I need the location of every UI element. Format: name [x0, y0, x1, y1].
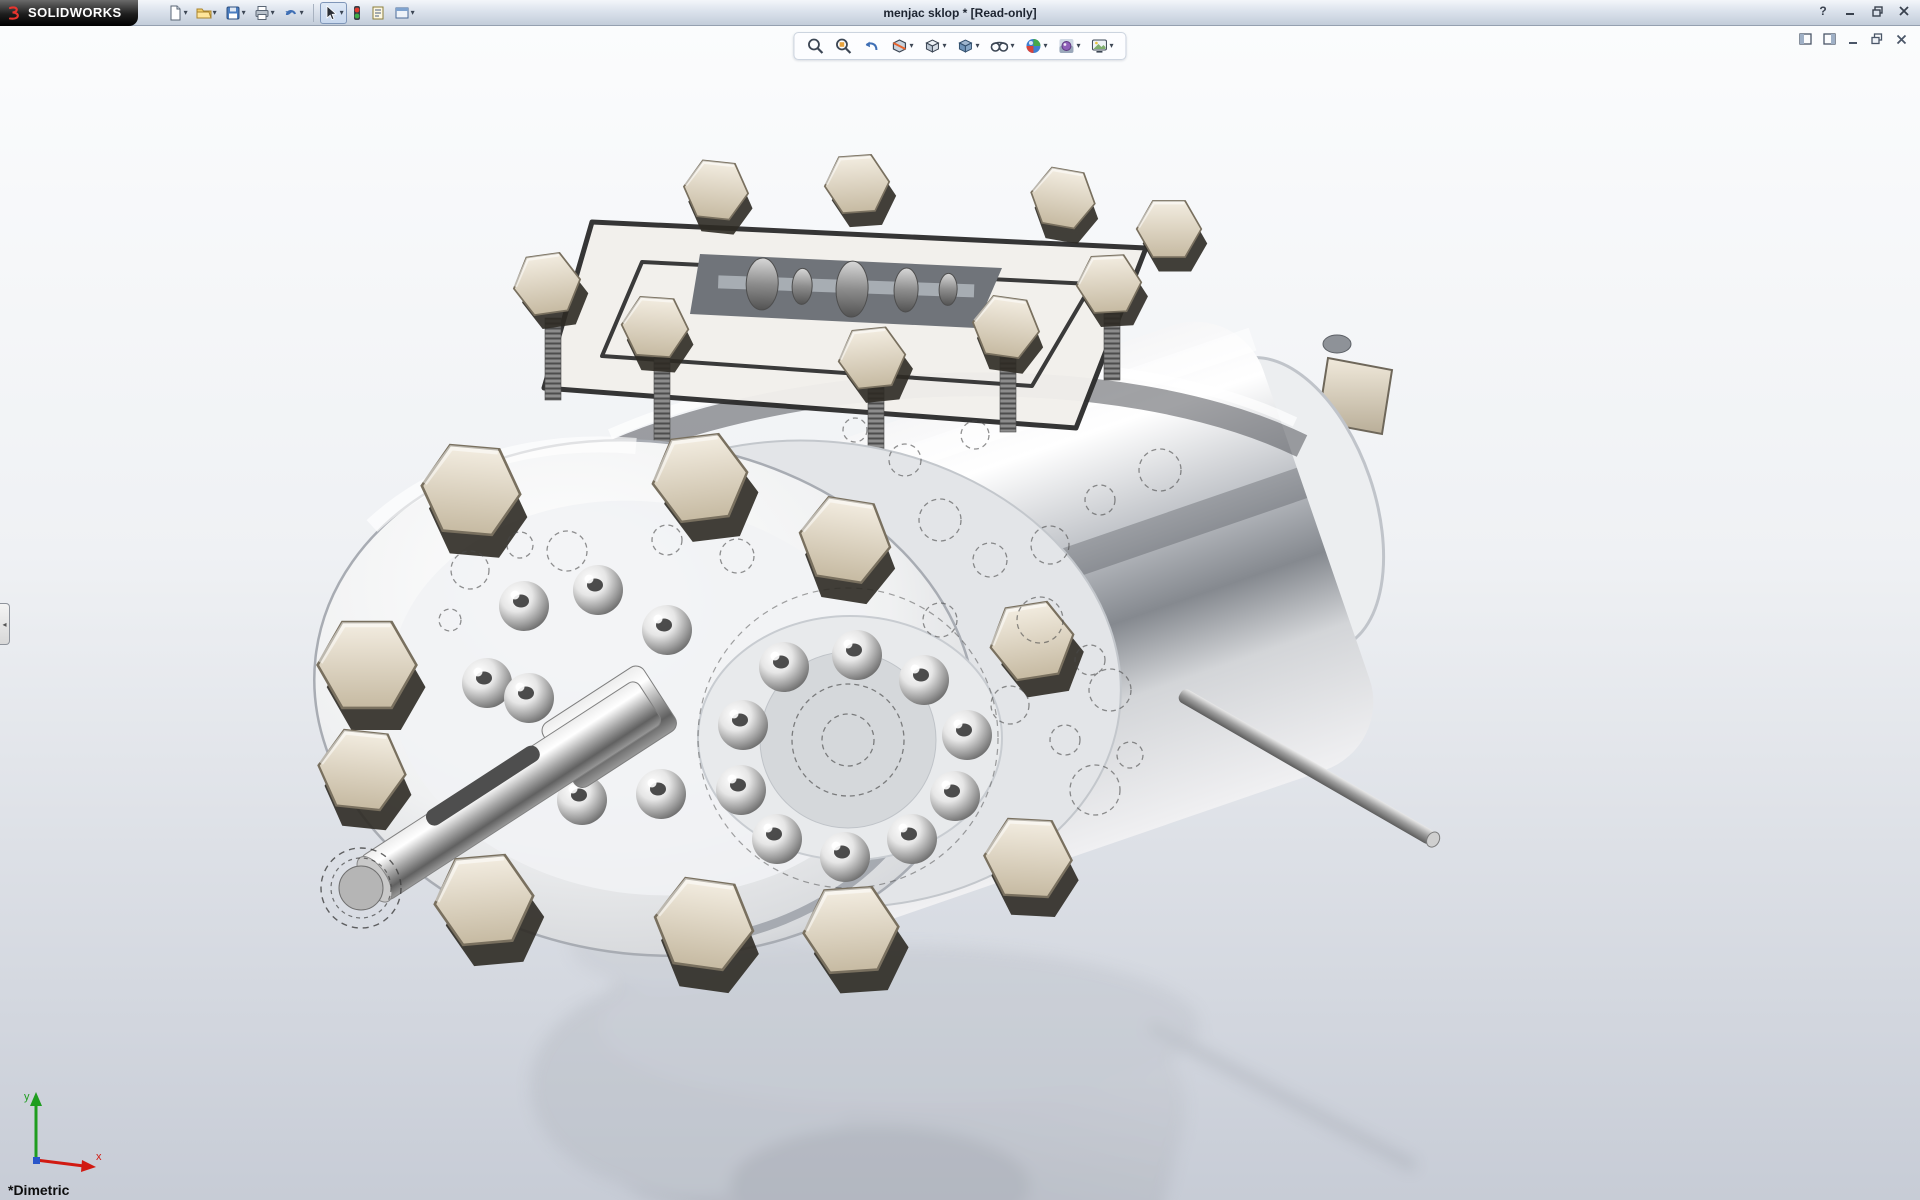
save-button[interactable]: ▾ [222, 2, 249, 24]
main-toolbar: ▾ ▾ ▾ ▾ ▾ [164, 2, 418, 24]
close-icon [1899, 6, 1909, 16]
open-folder-icon [196, 5, 212, 21]
dropdown-caret: ▾ [184, 9, 188, 17]
y-axis-arrow [30, 1092, 42, 1106]
dropdown-caret: ▾ [242, 9, 246, 17]
file-properties-button[interactable] [367, 2, 389, 24]
graphics-area[interactable]: ▾ ▾ ▾ ▾ [0, 26, 1920, 1200]
restore-button[interactable] [1867, 2, 1887, 20]
ds-logo-icon [7, 5, 23, 21]
x-axis-label: x [96, 1151, 102, 1163]
help-button[interactable]: ? [1813, 2, 1833, 20]
display-style-button[interactable]: ▾ [953, 35, 982, 57]
new-document-button[interactable]: ▾ [164, 2, 191, 24]
pane-expand-left-icon [1799, 33, 1812, 45]
rebuild-traffic-icon [352, 5, 362, 21]
undo-button[interactable]: ▾ [280, 2, 307, 24]
view-orientation-cube-icon [923, 37, 941, 55]
view-settings-icon [1091, 37, 1109, 55]
appearance-ball-icon [1025, 37, 1043, 55]
coordinate-triad: y x [12, 1078, 108, 1174]
undo-icon [283, 5, 299, 21]
minimize-button[interactable] [1840, 2, 1860, 20]
zoom-to-area-icon [834, 37, 852, 55]
previous-view-icon [862, 37, 880, 55]
feature-manager-collapsed-tab[interactable]: ◂ [0, 603, 10, 645]
options-window-icon [394, 5, 410, 21]
dropdown-caret: ▾ [1044, 42, 1048, 50]
section-view-button[interactable]: ▾ [887, 35, 916, 57]
rebuild-indicator-button[interactable] [349, 2, 365, 24]
edit-appearance-button[interactable]: ▾ [1022, 35, 1051, 57]
dropdown-caret: ▾ [340, 9, 344, 17]
doc-restore-button[interactable] [1868, 31, 1886, 47]
doc-minimize-icon [1848, 34, 1859, 45]
dropdown-caret: ▾ [1077, 42, 1081, 50]
document-window-controls [1796, 31, 1910, 47]
new-document-icon [167, 5, 183, 21]
titlebar: SOLIDWORKS ▾ ▾ ▾ [0, 0, 1920, 26]
dropdown-caret: ▾ [300, 9, 304, 17]
window-title: menjac sklop * [Read-only] [883, 6, 1036, 20]
open-button[interactable]: ▾ [193, 2, 220, 24]
doc-close-button[interactable] [1892, 31, 1910, 47]
print-button[interactable]: ▾ [251, 2, 278, 24]
dropdown-caret: ▾ [271, 9, 275, 17]
options-button[interactable]: ▾ [391, 2, 418, 24]
zoom-to-fit-button[interactable] [803, 35, 827, 57]
view-orientation-label: *Dimetric [8, 1182, 69, 1198]
dropdown-caret: ▾ [909, 42, 913, 50]
dropdown-caret: ▾ [213, 9, 217, 17]
select-arrow-icon [323, 5, 339, 21]
zoom-to-fit-icon [806, 37, 824, 55]
dropdown-caret: ▾ [411, 9, 415, 17]
minimize-icon [1845, 6, 1855, 16]
view-settings-button[interactable]: ▾ [1088, 35, 1117, 57]
hide-show-items-button[interactable]: ▾ [986, 35, 1017, 57]
headsup-view-toolbar: ▾ ▾ ▾ ▾ [793, 32, 1126, 60]
pane-expand-right-icon [1823, 33, 1836, 45]
doc-restore-icon [1871, 33, 1883, 45]
section-view-icon [890, 37, 908, 55]
dropdown-caret: ▾ [1010, 42, 1014, 50]
file-properties-icon [370, 5, 386, 21]
apply-scene-icon [1058, 37, 1076, 55]
doc-minimize-button[interactable] [1844, 31, 1862, 47]
print-icon [254, 5, 270, 21]
select-tool-button[interactable]: ▾ [320, 2, 347, 24]
previous-view-button[interactable] [859, 35, 883, 57]
chevron-left-icon: ◂ [2, 620, 6, 629]
restore-icon [1872, 6, 1883, 17]
save-floppy-icon [225, 5, 241, 21]
hide-show-eye-icon [989, 37, 1009, 55]
toolbar-separator [313, 4, 314, 22]
y-axis-label: y [24, 1091, 30, 1103]
x-axis-arrow [81, 1160, 96, 1172]
dropdown-caret: ▾ [942, 42, 946, 50]
zoom-to-area-button[interactable] [831, 35, 855, 57]
solidworks-logo: SOLIDWORKS [0, 0, 138, 26]
titlebar-window-controls: ? [1813, 2, 1914, 20]
dropdown-caret: ▾ [975, 42, 979, 50]
view-orientation-button[interactable]: ▾ [920, 35, 949, 57]
z-axis-marker [33, 1157, 40, 1164]
display-style-icon [956, 37, 974, 55]
doc-close-icon [1896, 34, 1907, 45]
dropdown-caret: ▾ [1110, 42, 1114, 50]
viewport-scene[interactable] [0, 26, 1920, 1200]
logo-text: SOLIDWORKS [28, 5, 122, 20]
feature-pane-expand-button[interactable] [1796, 31, 1814, 47]
close-button[interactable] [1894, 2, 1914, 20]
display-pane-expand-button[interactable] [1820, 31, 1838, 47]
apply-scene-button[interactable]: ▾ [1055, 35, 1084, 57]
